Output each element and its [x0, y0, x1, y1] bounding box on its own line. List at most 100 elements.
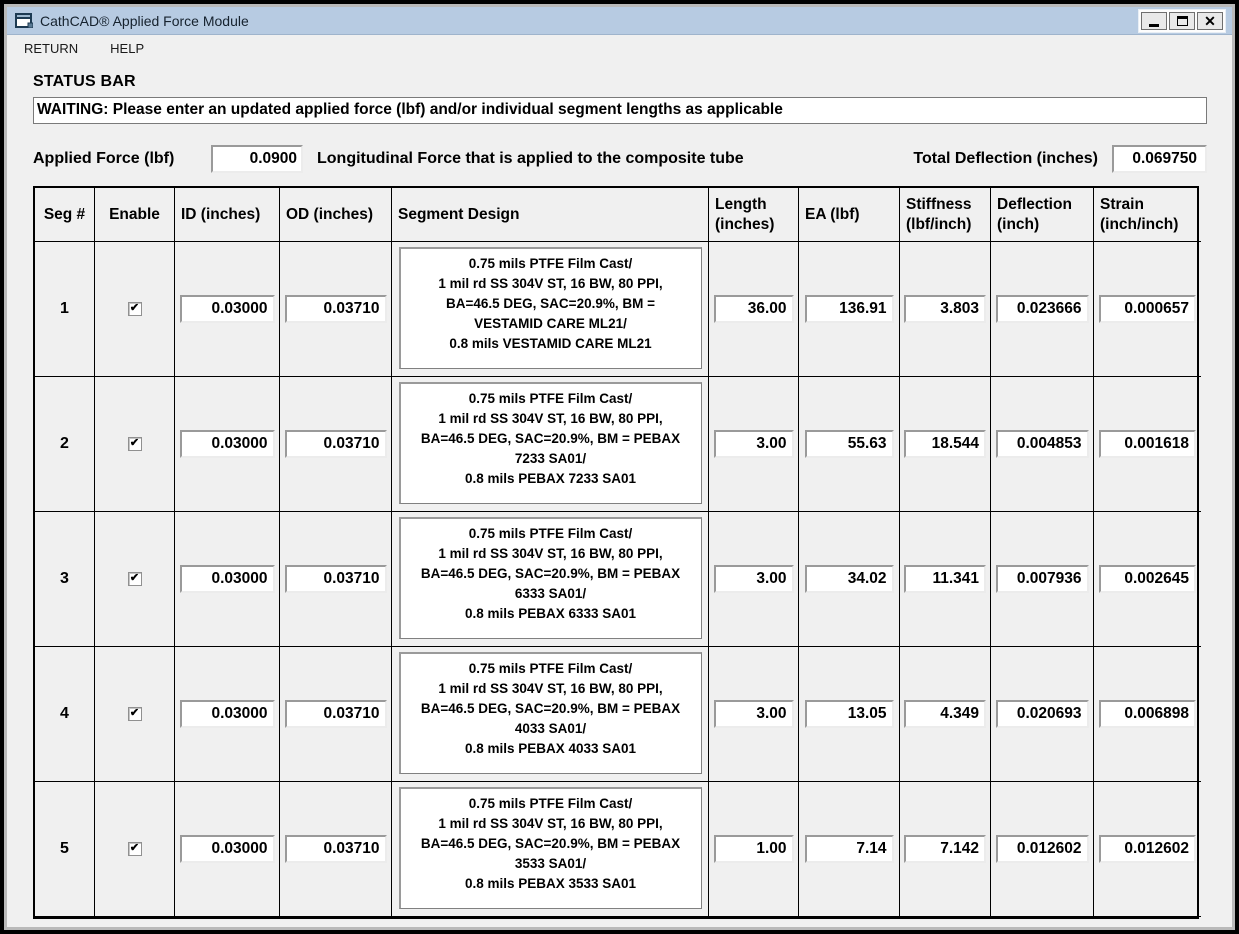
deflection-output: 0.012602	[995, 835, 1089, 863]
segment-number: 2	[60, 435, 69, 452]
window-title: CathCAD® Applied Force Module	[40, 12, 249, 29]
segment-number: 4	[60, 705, 69, 722]
segment-number: 3	[60, 570, 69, 587]
length-cell: 3.00	[709, 377, 799, 512]
strain-output: 0.000657	[1099, 295, 1196, 323]
applied-force-input[interactable]: 0.0900	[211, 145, 303, 173]
segment-design-box: 0.75 mils PTFE Film Cast/ 1 mil rd SS 30…	[398, 247, 702, 369]
od-input[interactable]: 0.03710	[284, 430, 387, 458]
id-input[interactable]: 0.03000	[179, 565, 275, 593]
stiffness-output: 4.349	[904, 700, 986, 728]
segment-design-box: 0.75 mils PTFE Film Cast/ 1 mil rd SS 30…	[398, 382, 702, 504]
stiffness-output: 3.803	[904, 295, 986, 323]
length-cell: 3.00	[709, 647, 799, 782]
length-input[interactable]: 1.00	[713, 835, 794, 863]
id-input[interactable]: 0.03000	[179, 295, 275, 323]
strain-cell: 0.012602	[1094, 782, 1201, 917]
applied-force-label: Applied Force (lbf)	[33, 150, 175, 167]
stiffness-cell: 4.349	[900, 647, 991, 782]
menu-item-return[interactable]: RETURN	[21, 39, 81, 58]
segment-design-cell: 0.75 mils PTFE Film Cast/ 1 mil rd SS 30…	[392, 782, 709, 917]
menu-item-help[interactable]: HELP	[107, 39, 147, 58]
column-header: OD (inches)	[280, 188, 392, 242]
deflection-cell: 0.007936	[991, 512, 1094, 647]
close-icon: ✕	[1204, 12, 1216, 29]
id-input[interactable]: 0.03000	[179, 835, 275, 863]
check-icon: ✔	[129, 437, 140, 449]
id-cell: 0.03000	[175, 242, 280, 377]
od-input[interactable]: 0.03710	[284, 835, 387, 863]
strain-cell: 0.006898	[1094, 647, 1201, 782]
strain-output: 0.002645	[1099, 565, 1196, 593]
check-icon: ✔	[129, 302, 140, 314]
column-header: EA (lbf)	[799, 188, 900, 242]
enable-checkbox[interactable]: ✔	[127, 572, 142, 586]
ea-output: 136.91	[804, 295, 894, 323]
segment-design-cell: 0.75 mils PTFE Film Cast/ 1 mil rd SS 30…	[392, 242, 709, 377]
check-icon: ✔	[129, 572, 140, 584]
od-cell: 0.03710	[280, 647, 392, 782]
length-input[interactable]: 3.00	[713, 700, 794, 728]
close-button[interactable]: ✕	[1197, 11, 1223, 30]
form-window-icon	[15, 13, 33, 28]
enable-checkbox[interactable]: ✔	[127, 302, 142, 316]
id-cell: 0.03000	[175, 512, 280, 647]
ea-cell: 7.14	[799, 782, 900, 917]
deflection-cell: 0.020693	[991, 647, 1094, 782]
ea-output: 7.14	[804, 835, 894, 863]
segment-number: 5	[60, 840, 69, 857]
od-input[interactable]: 0.03710	[284, 700, 387, 728]
enable-cell: ✔	[95, 647, 175, 782]
column-header: Enable	[95, 188, 175, 242]
segment-number-cell: 2	[35, 377, 95, 512]
od-input[interactable]: 0.03710	[284, 565, 387, 593]
length-input[interactable]: 3.00	[713, 430, 794, 458]
segment-table: Seg # Enable ID (inches) OD (inches) Segment…	[33, 186, 1201, 919]
stiffness-cell: 18.544	[900, 377, 991, 512]
ea-cell: 55.63	[799, 377, 900, 512]
enable-checkbox[interactable]: ✔	[127, 842, 142, 856]
ea-cell: 13.05	[799, 647, 900, 782]
length-input[interactable]: 3.00	[713, 565, 794, 593]
od-input[interactable]: 0.03710	[284, 295, 387, 323]
od-cell: 0.03710	[280, 242, 392, 377]
maximize-icon	[1176, 15, 1188, 26]
enable-cell: ✔	[95, 377, 175, 512]
ea-output: 34.02	[804, 565, 894, 593]
id-cell: 0.03000	[175, 377, 280, 512]
id-input[interactable]: 0.03000	[179, 700, 275, 728]
length-cell: 3.00	[709, 512, 799, 647]
enable-cell: ✔	[95, 242, 175, 377]
enable-cell: ✔	[95, 512, 175, 647]
minimize-icon	[1149, 23, 1159, 27]
column-header: Deflection (inch)	[991, 188, 1094, 242]
stiffness-cell: 3.803	[900, 242, 991, 377]
od-cell: 0.03710	[280, 782, 392, 917]
check-icon: ✔	[129, 707, 140, 719]
deflection-output: 0.004853	[995, 430, 1089, 458]
length-cell: 1.00	[709, 782, 799, 917]
deflection-output: 0.023666	[995, 295, 1089, 323]
window-controls: ✕	[1138, 8, 1226, 33]
strain-output: 0.001618	[1099, 430, 1196, 458]
segment-design-box: 0.75 mils PTFE Film Cast/ 1 mil rd SS 30…	[398, 787, 702, 909]
id-input[interactable]: 0.03000	[179, 430, 275, 458]
status-bar-heading: STATUS BAR	[33, 73, 136, 90]
deflection-cell: 0.012602	[991, 782, 1094, 917]
check-icon: ✔	[129, 842, 140, 854]
stiffness-output: 18.544	[904, 430, 986, 458]
ea-output: 13.05	[804, 700, 894, 728]
length-input[interactable]: 36.00	[713, 295, 794, 323]
status-message-box: WAITING: Please enter an updated applied…	[33, 97, 1207, 124]
segment-number-cell: 5	[35, 782, 95, 917]
enable-checkbox[interactable]: ✔	[127, 437, 142, 451]
stiffness-output: 7.142	[904, 835, 986, 863]
minimize-button[interactable]	[1141, 11, 1167, 30]
maximize-button[interactable]	[1169, 11, 1195, 30]
ea-cell: 136.91	[799, 242, 900, 377]
deflection-cell: 0.004853	[991, 377, 1094, 512]
ea-output: 55.63	[804, 430, 894, 458]
id-cell: 0.03000	[175, 647, 280, 782]
segment-design-box: 0.75 mils PTFE Film Cast/ 1 mil rd SS 30…	[398, 652, 702, 774]
enable-checkbox[interactable]: ✔	[127, 707, 142, 721]
